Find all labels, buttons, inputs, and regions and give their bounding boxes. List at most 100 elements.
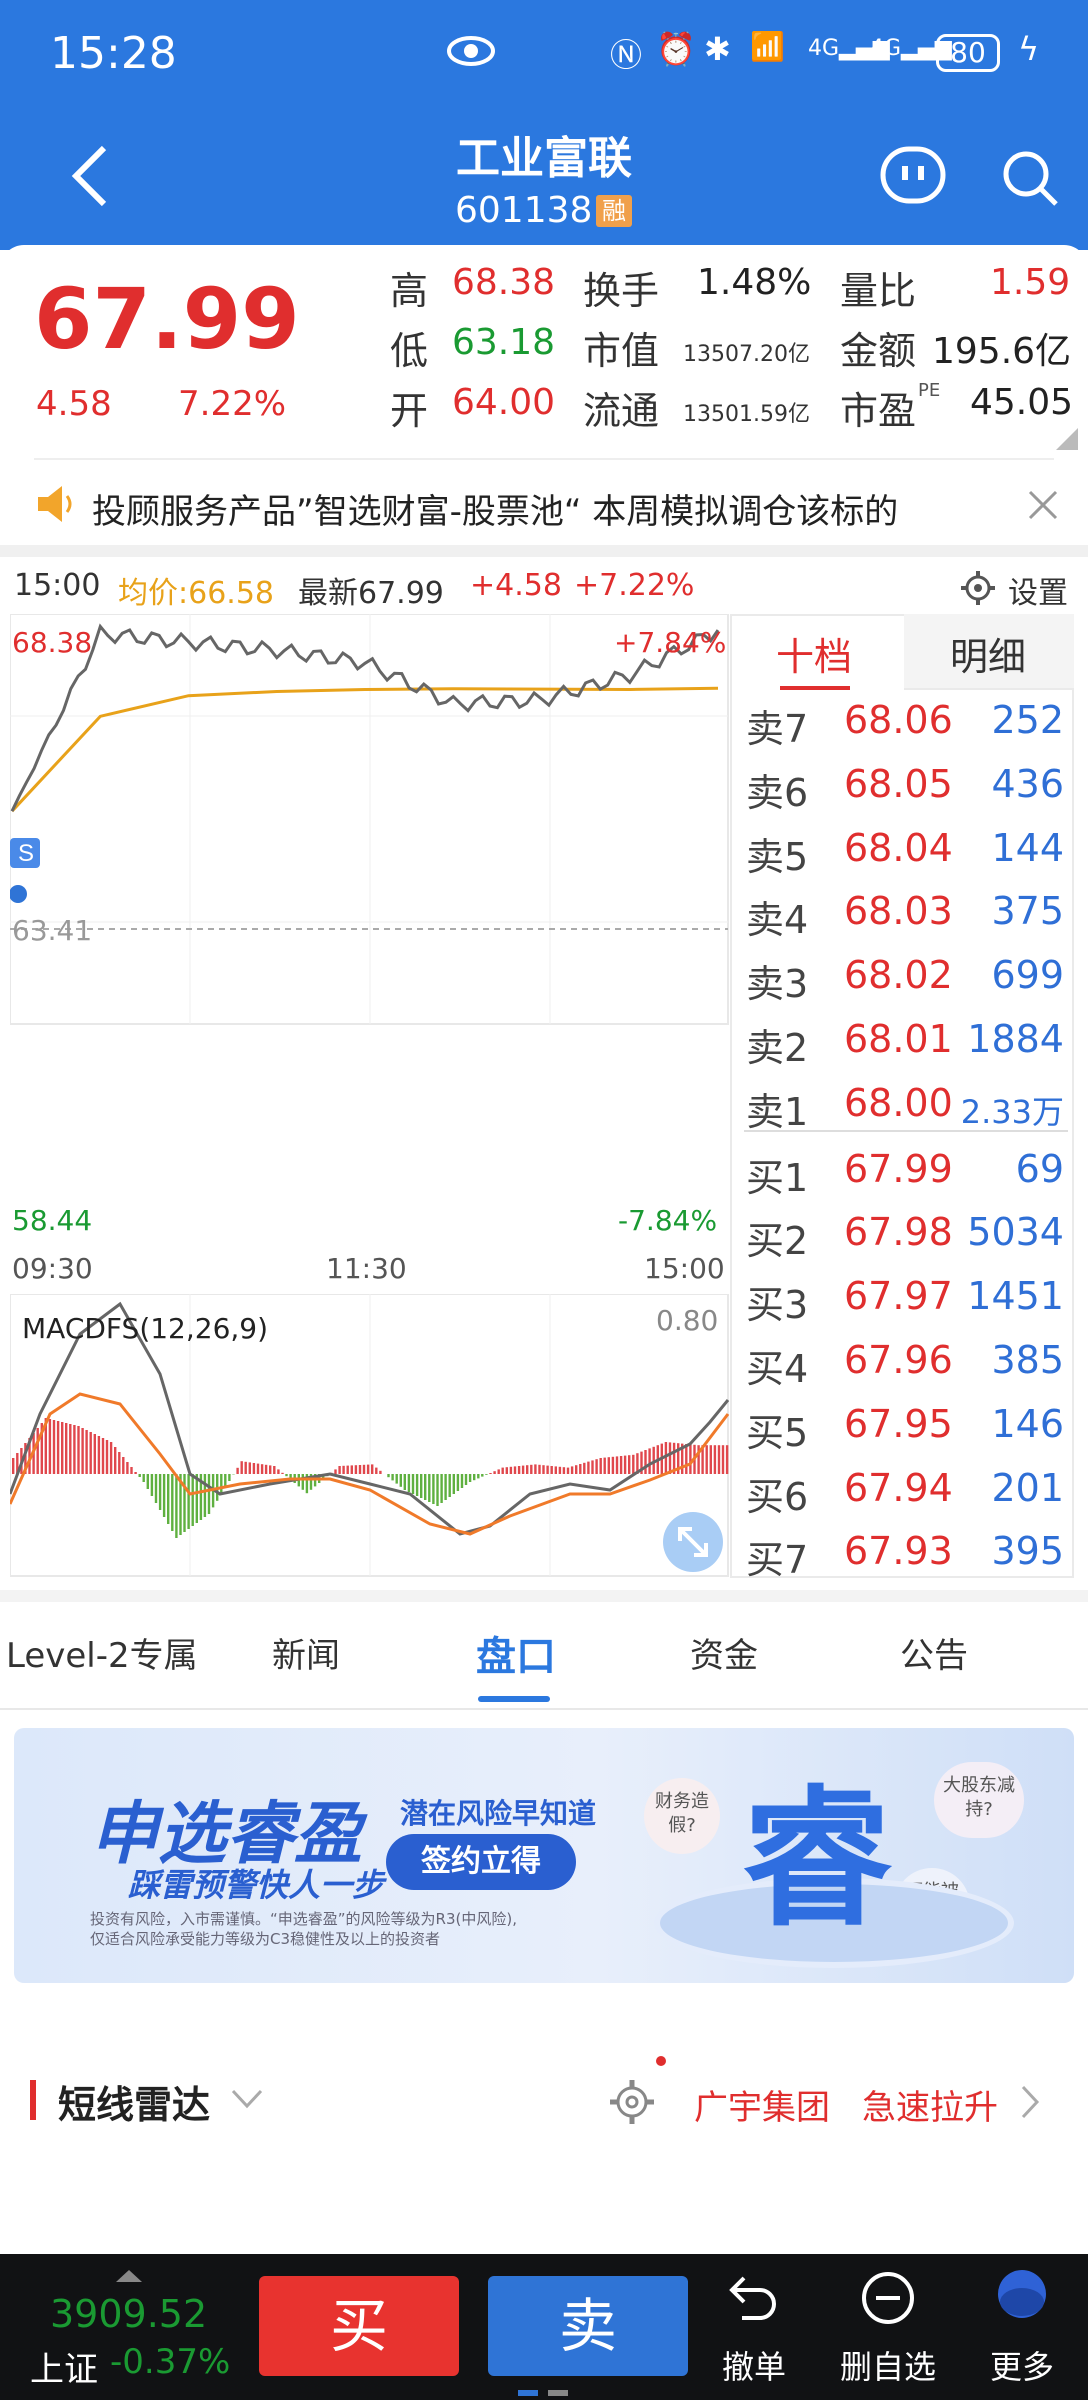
- undo-icon[interactable]: [728, 2270, 780, 2326]
- macd-bar: [505, 1467, 508, 1474]
- macd-bar: [220, 1474, 223, 1495]
- intraday-chart[interactable]: S: [10, 614, 730, 1026]
- search-icon[interactable]: [1000, 148, 1060, 208]
- radar-title[interactable]: 短线雷达: [58, 2074, 210, 2129]
- bid-row[interactable]: 买5 67.95 146: [740, 1394, 1070, 1458]
- cancel-order-button[interactable]: 撤单: [722, 2342, 786, 2388]
- order-price: 68.00: [844, 1080, 953, 1125]
- macd-bar: [366, 1464, 370, 1474]
- bluetooth-icon: ✱: [704, 30, 731, 68]
- macd-bar: [668, 1442, 672, 1474]
- more-icon[interactable]: [994, 2268, 1050, 2328]
- remove-watchlist-icon[interactable]: [860, 2270, 916, 2326]
- notice-text[interactable]: 投顾服务产品”智选财富-股票池“ 本周模拟调仓该标的: [92, 484, 898, 533]
- speaker-icon: [38, 486, 72, 522]
- macd-bar: [493, 1471, 496, 1474]
- ask-row[interactable]: 卖2 68.01 1884: [740, 1009, 1070, 1073]
- remove-watchlist-button[interactable]: 删自选: [840, 2342, 936, 2388]
- macd-bar: [187, 1474, 190, 1529]
- macd-top-label: 0.80: [656, 1304, 719, 1337]
- close-icon[interactable]: [1028, 490, 1058, 520]
- macd-bar: [256, 1463, 260, 1474]
- macd-bar: [550, 1466, 553, 1474]
- tab-funds[interactable]: 资金: [690, 1628, 758, 1677]
- macd-bar: [175, 1474, 178, 1538]
- ask-row[interactable]: 卖3 68.02 699: [740, 945, 1070, 1009]
- macd-bar: [583, 1462, 586, 1474]
- price-change: 4.58: [36, 384, 112, 424]
- tab-ten-levels[interactable]: 十档: [776, 626, 852, 681]
- chevron-right-icon[interactable]: [1020, 2084, 1040, 2120]
- bid-row[interactable]: 买6 67.94 201: [740, 1458, 1070, 1522]
- bid-row[interactable]: 买1 67.99 69: [740, 1139, 1070, 1203]
- chat-robot-icon[interactable]: [880, 146, 946, 208]
- chart-time: 15:00: [14, 568, 101, 603]
- macd-bar: [689, 1444, 692, 1474]
- macd-bar: [607, 1457, 610, 1474]
- macd-bar: [725, 1445, 729, 1474]
- macd-bar: [526, 1465, 529, 1474]
- ask-row[interactable]: 卖4 68.03 375: [740, 881, 1070, 945]
- pe-value: 45.05: [970, 382, 1074, 423]
- radar-stock[interactable]: 广宇集团: [694, 2080, 830, 2129]
- macd-bar: [403, 1474, 406, 1490]
- order-volume: 201: [991, 1465, 1064, 1510]
- order-volume: 5034: [967, 1210, 1064, 1255]
- nfc-icon: Ⓝ: [610, 36, 643, 74]
- chart-avg-price: 均价:66.58: [118, 576, 274, 611]
- macd-bar: [623, 1455, 627, 1474]
- macd-bar: [628, 1455, 631, 1474]
- prev-close-label: 63.41: [12, 914, 93, 947]
- macd-bar: [501, 1467, 504, 1474]
- macd-bar: [530, 1464, 533, 1474]
- open-value: 64.00: [452, 382, 556, 423]
- banner-cta-button[interactable]: 签约立得: [386, 1834, 576, 1890]
- macd-bar: [391, 1474, 394, 1481]
- buy-button[interactable]: 买: [259, 2276, 459, 2376]
- expand-corner-icon[interactable]: [1056, 428, 1078, 450]
- pct-top-label: +7.84%: [614, 626, 727, 659]
- macd-bar: [301, 1474, 304, 1490]
- tab-announcements[interactable]: 公告: [900, 1628, 968, 1677]
- bid-row[interactable]: 买3 67.97 1451: [740, 1266, 1070, 1330]
- ask-row[interactable]: 卖7 68.06 252: [740, 690, 1070, 754]
- ask-row[interactable]: 卖1 68.00 2.33万: [740, 1073, 1070, 1137]
- gear-icon[interactable]: [960, 570, 996, 606]
- order-volume: 385: [991, 1338, 1064, 1382]
- low-label: 低: [390, 329, 429, 373]
- tab-order-book[interactable]: 盘口: [476, 1624, 556, 1682]
- ask-row[interactable]: 卖6 68.05 436: [740, 754, 1070, 818]
- macd-bar: [134, 1472, 137, 1474]
- macd-bar: [432, 1474, 435, 1504]
- macd-bar: [481, 1474, 484, 1477]
- macd-bar: [69, 1424, 72, 1474]
- macd-bar: [48, 1419, 52, 1474]
- chevron-up-icon[interactable]: [114, 2268, 144, 2284]
- promo-banner[interactable]: 申选睿盈 踩雷预警快人一步 潜在风险早知道 签约立得 投资有风险，入市需谨慎。“…: [14, 1728, 1074, 1983]
- macd-bar: [171, 1474, 174, 1531]
- ask-row[interactable]: 卖5 68.04 144: [740, 818, 1070, 882]
- bid-row[interactable]: 买7 67.93 395: [740, 1521, 1070, 1585]
- sell-button[interactable]: 卖: [488, 2276, 688, 2376]
- index-value[interactable]: 3909.52: [50, 2292, 207, 2336]
- tab-news[interactable]: 新闻: [272, 1628, 340, 1677]
- chevron-down-icon[interactable]: [230, 2088, 264, 2110]
- chart-change-pct: +7.22%: [574, 568, 695, 603]
- index-name[interactable]: 上证: [30, 2342, 98, 2391]
- radar-gear-icon[interactable]: [608, 2078, 656, 2126]
- radar-signal[interactable]: 急速拉升: [862, 2080, 998, 2129]
- index-change-pct[interactable]: -0.37%: [110, 2342, 230, 2382]
- mktcap-value: 13507.20亿: [683, 342, 810, 367]
- macd-bar: [603, 1457, 606, 1474]
- bid-row[interactable]: 买2 67.98 5034: [740, 1202, 1070, 1266]
- macd-title: MACDFS(12,26,9): [22, 1312, 269, 1345]
- macd-bar: [717, 1445, 721, 1474]
- bid-row[interactable]: 买4 67.96 385: [740, 1330, 1070, 1394]
- more-button[interactable]: 更多: [990, 2342, 1054, 2388]
- macd-bar: [105, 1440, 109, 1474]
- tab-detail[interactable]: 明细: [950, 626, 1026, 681]
- macd-bar: [513, 1466, 517, 1474]
- tab-level2[interactable]: Level-2专属: [6, 1628, 198, 1677]
- macd-bar: [713, 1445, 717, 1474]
- settings-label[interactable]: 设置: [1008, 568, 1068, 612]
